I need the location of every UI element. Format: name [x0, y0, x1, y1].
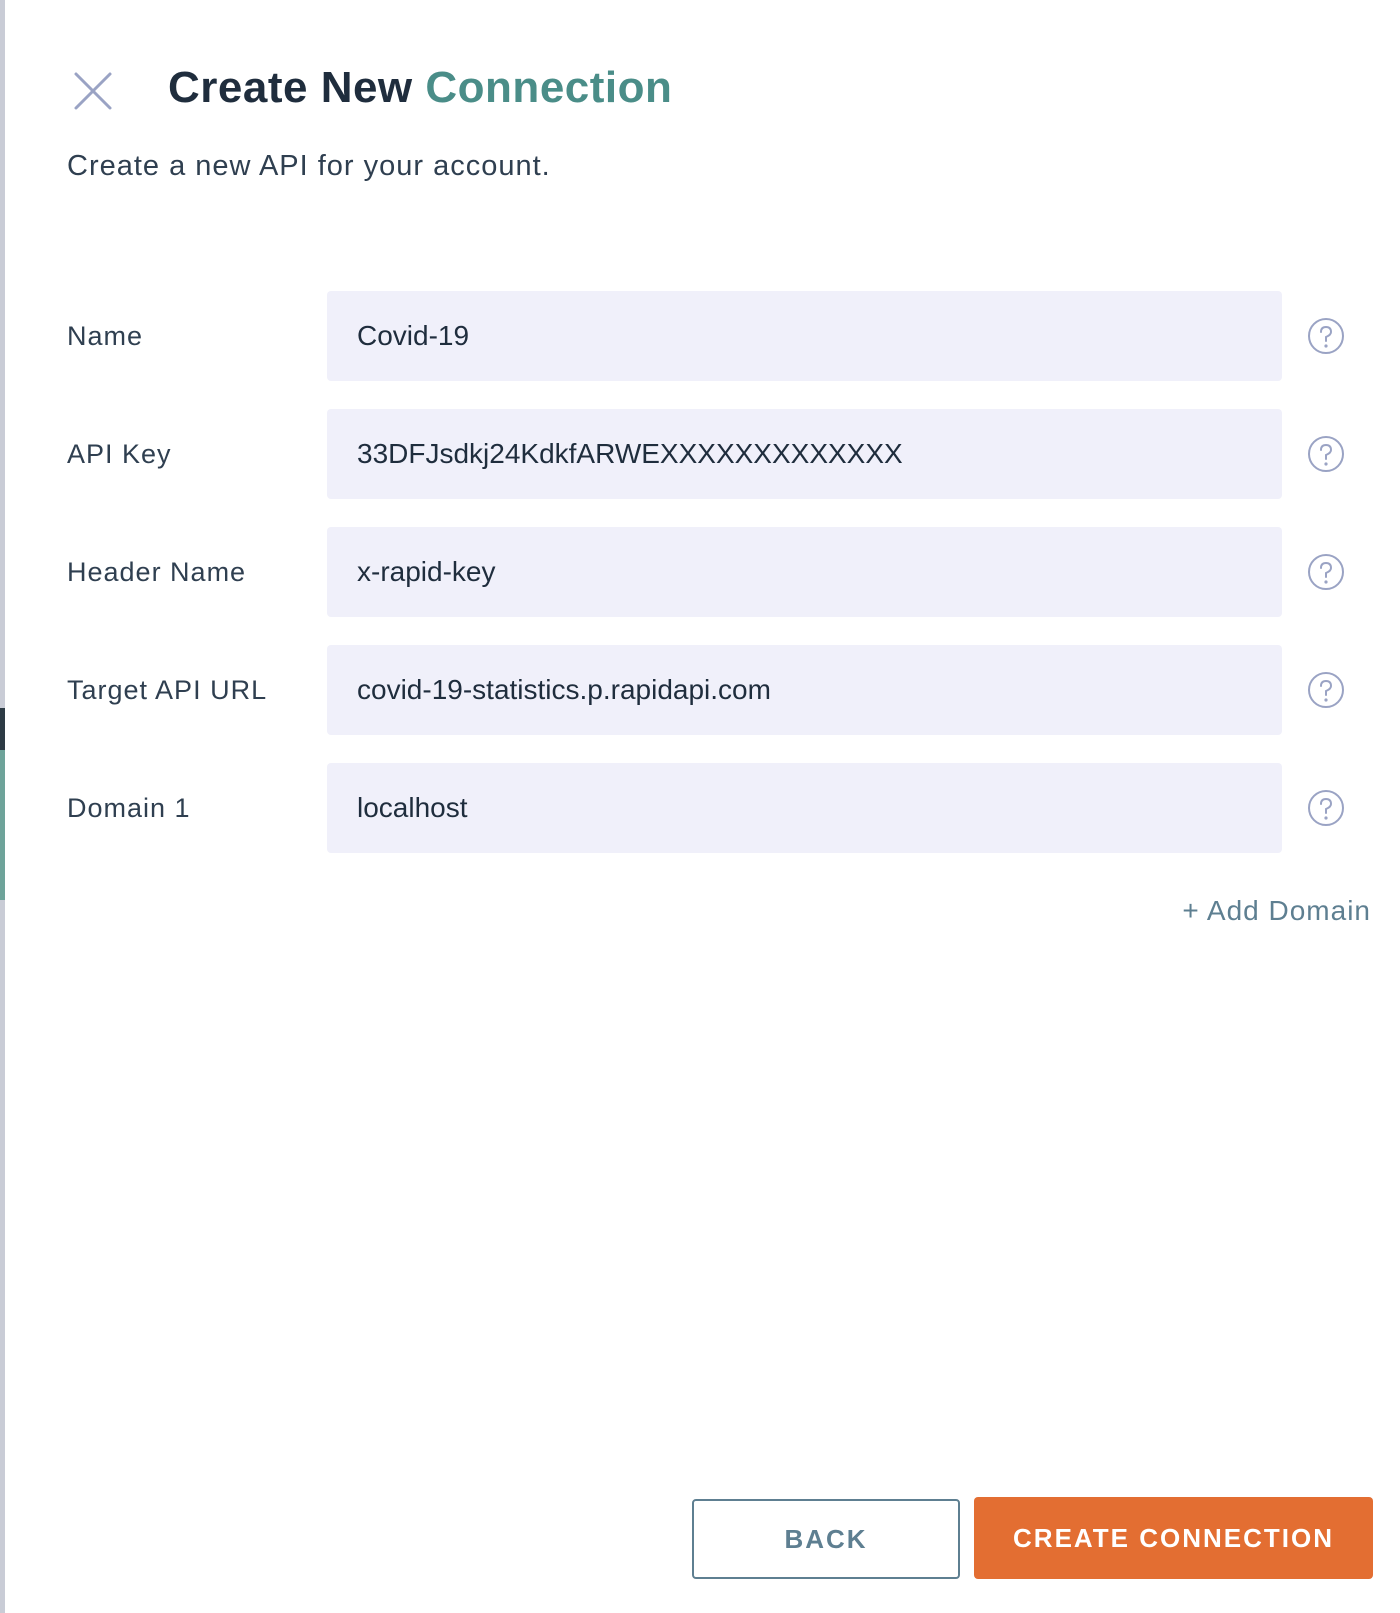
help-icon	[1308, 318, 1344, 354]
target-api-url-input[interactable]	[327, 645, 1282, 735]
name-help-button[interactable]	[1307, 317, 1345, 355]
dialog-title: Create New Connection	[168, 60, 672, 116]
close-button[interactable]	[70, 68, 116, 114]
field-row-header-name: Header Name	[0, 527, 1400, 617]
close-icon	[74, 72, 112, 110]
help-icon	[1308, 436, 1344, 472]
name-input[interactable]	[327, 291, 1282, 381]
field-row-domain-1: Domain 1	[0, 763, 1400, 853]
domain-1-input[interactable]	[327, 763, 1282, 853]
field-row-target-api-url: Target API URL	[0, 645, 1400, 735]
help-icon	[1308, 790, 1344, 826]
back-button[interactable]: BACK	[692, 1499, 960, 1579]
header-name-help-button[interactable]	[1307, 553, 1345, 591]
create-connection-dialog: Create New Connection Create a new API f…	[0, 0, 1400, 1613]
target-api-url-help-button[interactable]	[1307, 671, 1345, 709]
header-name-label: Header Name	[67, 557, 247, 587]
field-row-name: Name	[0, 291, 1400, 381]
header-name-input[interactable]	[327, 527, 1282, 617]
name-label: Name	[67, 321, 144, 351]
create-connection-button[interactable]: CREATE CONNECTION	[974, 1497, 1373, 1579]
dialog-subtitle: Create a new API for your account.	[67, 150, 551, 182]
dialog-title-main: Create New	[168, 63, 413, 112]
api-key-label: API Key	[67, 439, 172, 469]
help-icon	[1308, 554, 1344, 590]
domain-1-help-button[interactable]	[1307, 789, 1345, 827]
add-domain-link[interactable]: + Add Domain	[1182, 891, 1371, 931]
field-row-api-key: API Key	[0, 409, 1400, 499]
target-api-url-label: Target API URL	[67, 675, 268, 705]
api-key-help-button[interactable]	[1307, 435, 1345, 473]
dialog-title-accent: Connection	[425, 63, 673, 112]
api-key-input[interactable]	[327, 409, 1282, 499]
domain-1-label: Domain 1	[67, 793, 191, 823]
help-icon	[1308, 672, 1344, 708]
